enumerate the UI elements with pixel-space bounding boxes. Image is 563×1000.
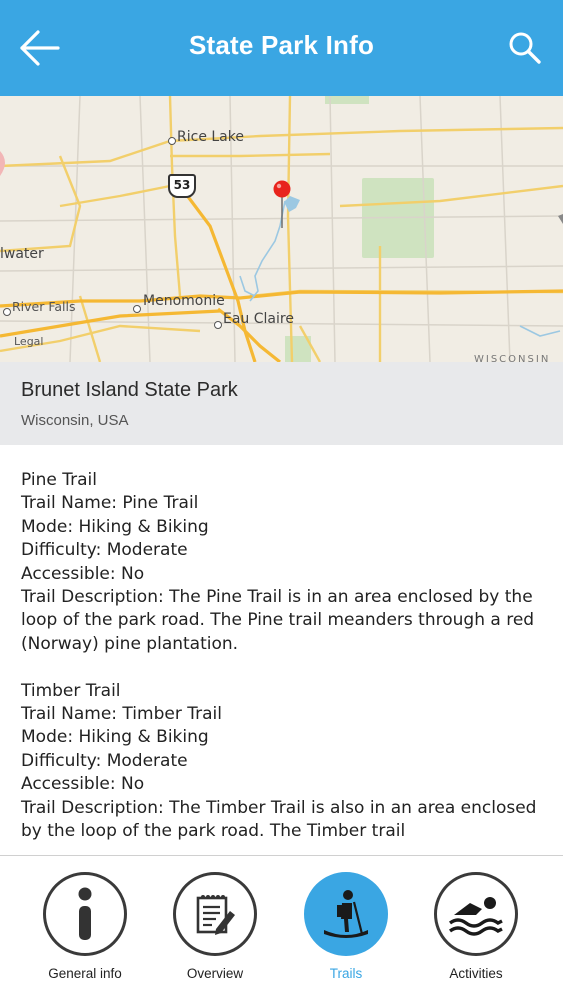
bottom-tab-bar: General info Overview Trails Activities (0, 855, 563, 1000)
trail-item: Timber Trail Trail Name: Timber Trail Mo… (21, 680, 542, 844)
search-icon (509, 32, 541, 64)
park-name: Brunet Island State Park (21, 379, 238, 401)
trail-name: Trail Name: Pine Trail (21, 493, 199, 514)
trail-list[interactable]: Pine Trail Trail Name: Pine Trail Mode: … (0, 445, 563, 855)
trail-accessible: Accessible: No (21, 563, 145, 584)
tab-trails[interactable]: Trails (291, 872, 401, 992)
map-label-stillwater: lwater (0, 246, 44, 262)
trail-description: Trail Description: The Timber Trail is a… (21, 797, 537, 842)
highway-53-shield: 53 (168, 174, 196, 198)
map-label-menomonie: Menomonie (143, 293, 225, 309)
eau-claire-dot (214, 321, 222, 329)
hiker-icon (324, 890, 368, 938)
rice-lake-dot (168, 137, 176, 145)
swimmer-icon (448, 897, 503, 936)
tab-icon-circle (173, 872, 257, 956)
map-label-wisconsin: WISCONSIN (474, 354, 551, 362)
tab-general-info[interactable]: General info (30, 872, 140, 992)
park-map[interactable]: Rice Lake 53 lwater River Falls Menomoni… (0, 96, 563, 362)
notepad-pencil-icon (196, 895, 235, 935)
tab-icon-circle (304, 872, 388, 956)
map-label-eau-claire: Eau Claire (223, 311, 294, 327)
tab-overview[interactable]: Overview (160, 872, 270, 992)
search-button[interactable] (507, 30, 543, 66)
trail-name: Trail Name: Timber Trail (21, 704, 222, 725)
trail-mode: Mode: Hiking & Biking (21, 727, 209, 748)
tab-icon-circle (434, 872, 518, 956)
menomonie-dot (133, 305, 141, 313)
trail-item: Pine Trail Trail Name: Pine Trail Mode: … (21, 469, 542, 656)
trail-description: Trail Description: The Pine Trail is in … (21, 587, 535, 654)
tab-icon-circle (43, 872, 127, 956)
park-location: Wisconsin, USA (21, 412, 129, 429)
trail-difficulty: Difficulty: Moderate (21, 540, 188, 561)
river-falls-dot (3, 308, 11, 316)
map-label-river-falls: River Falls (12, 299, 76, 314)
trail-difficulty: Difficulty: Moderate (21, 750, 188, 771)
map-label-rice-lake: Rice Lake (177, 129, 244, 145)
page-title: State Park Info (188, 30, 375, 60)
tab-activities[interactable]: Activities (421, 872, 531, 992)
info-icon (78, 887, 92, 940)
trail-mode: Mode: Hiking & Biking (21, 516, 209, 537)
tab-label: General info (48, 966, 122, 981)
app-header: State Park Info (0, 0, 563, 96)
park-info-band: Brunet Island State Park Wisconsin, USA (0, 362, 563, 445)
tab-label: Overview (186, 966, 244, 981)
tab-label: Trails (329, 966, 363, 981)
map-label-legal: Legal (14, 335, 44, 348)
tab-label: Activities (449, 966, 503, 981)
trail-accessible: Accessible: No (21, 774, 145, 795)
trail-heading: Timber Trail (21, 680, 121, 701)
trail-heading: Pine Trail (21, 470, 97, 490)
